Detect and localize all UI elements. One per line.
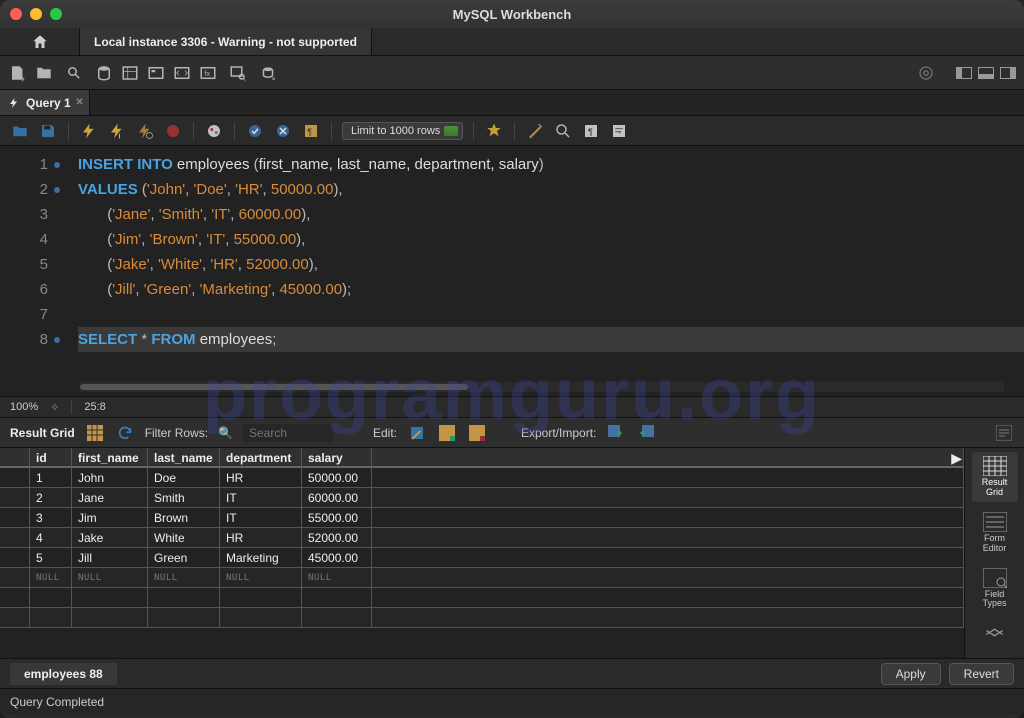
refresh-icon[interactable] bbox=[115, 423, 135, 443]
result-grid[interactable]: idfirst_namelast_namedepartmentsalary 1J… bbox=[0, 448, 964, 658]
editor-toolbar: I ¶ Limit to 1000 rows ¶ bbox=[0, 116, 1024, 146]
home-tab[interactable] bbox=[0, 28, 80, 55]
open-sql-file-icon[interactable] bbox=[34, 63, 54, 83]
status-text: Query Completed bbox=[10, 695, 104, 709]
svg-text:I: I bbox=[119, 131, 121, 140]
apply-button[interactable]: Apply bbox=[881, 663, 941, 685]
execute-current-icon[interactable]: I bbox=[107, 121, 127, 141]
search-table-data-icon[interactable] bbox=[228, 63, 248, 83]
field-types-mode-button[interactable]: Field Types bbox=[972, 564, 1018, 614]
query-tab[interactable]: Query 1 ✕ bbox=[0, 90, 90, 115]
scroll-modes-icon[interactable]: ︿﹀ bbox=[986, 623, 1004, 645]
column-header[interactable]: id bbox=[30, 448, 72, 468]
window-title: MySQL Workbench bbox=[0, 7, 1024, 22]
create-table-icon[interactable] bbox=[120, 63, 140, 83]
column-header[interactable]: salary bbox=[302, 448, 372, 468]
grid-view-icon[interactable] bbox=[85, 423, 105, 443]
table-row[interactable]: 3JimBrownIT55000.00 bbox=[0, 508, 964, 528]
row-limit-select[interactable]: Limit to 1000 rows bbox=[342, 122, 463, 140]
table-row-null[interactable]: NULLNULLNULLNULLNULL bbox=[0, 568, 964, 588]
form-editor-mode-button[interactable]: Form Editor bbox=[972, 508, 1018, 558]
connection-tab-label: Local instance 3306 - Warning - not supp… bbox=[94, 35, 357, 49]
filter-rows-input[interactable] bbox=[243, 424, 333, 442]
create-schema-icon[interactable] bbox=[94, 63, 114, 83]
result-side-panel: Result Grid Form Editor Field Types ︿﹀ bbox=[964, 448, 1024, 658]
open-file-icon[interactable] bbox=[10, 121, 30, 141]
query-tabs: Query 1 ✕ bbox=[0, 90, 1024, 116]
close-tab-icon[interactable]: ✕ bbox=[75, 97, 83, 108]
gutter: 12345678 bbox=[0, 146, 56, 396]
table-row[interactable]: 1JohnDoeHR50000.00 bbox=[0, 468, 964, 488]
filter-rows-label: Filter Rows: bbox=[145, 426, 208, 440]
column-header[interactable]: department bbox=[220, 448, 302, 468]
create-view-icon[interactable] bbox=[146, 63, 166, 83]
create-procedure-icon[interactable] bbox=[172, 63, 192, 83]
toggle-right-panel-button[interactable] bbox=[1000, 67, 1016, 79]
svg-text:¶: ¶ bbox=[307, 126, 312, 136]
toggle-left-panel-button[interactable] bbox=[956, 67, 972, 79]
new-sql-tab-icon[interactable] bbox=[8, 63, 28, 83]
import-icon[interactable] bbox=[636, 423, 656, 443]
toggle-autocommit-icon[interactable] bbox=[204, 121, 224, 141]
column-header[interactable]: last_name bbox=[148, 448, 220, 468]
zoom-level[interactable]: 100% bbox=[10, 401, 38, 413]
row-limit-label: Limit to 1000 rows bbox=[351, 125, 440, 137]
editor-statusbar: 100% ✧ 25:8 bbox=[0, 396, 1024, 418]
create-function-icon[interactable]: fx bbox=[198, 63, 218, 83]
inspector-icon[interactable] bbox=[64, 63, 84, 83]
revert-button[interactable]: Revert bbox=[949, 663, 1014, 685]
toggle-invisible-icon[interactable]: ¶ bbox=[581, 121, 601, 141]
lightning-icon bbox=[8, 97, 20, 109]
column-header[interactable] bbox=[0, 448, 30, 468]
export-icon[interactable] bbox=[606, 423, 626, 443]
query-tab-label: Query 1 bbox=[26, 96, 71, 110]
stop-icon[interactable] bbox=[163, 121, 183, 141]
wrap-icon[interactable] bbox=[609, 121, 629, 141]
cursor-position: 25:8 bbox=[84, 401, 105, 413]
result-toolbar: Result Grid Filter Rows: 🔍 Edit: Export/… bbox=[0, 418, 1024, 448]
connection-tab[interactable]: Local instance 3306 - Warning - not supp… bbox=[80, 28, 372, 55]
result-bottom-bar: employees 88 Apply Revert bbox=[0, 658, 1024, 688]
column-header[interactable]: first_name bbox=[72, 448, 148, 468]
edit-row-icon[interactable] bbox=[407, 423, 427, 443]
result-tab[interactable]: employees 88 bbox=[10, 663, 117, 685]
connection-tabs: Local instance 3306 - Warning - not supp… bbox=[0, 28, 1024, 56]
beautify-icon[interactable] bbox=[525, 121, 545, 141]
expand-arrow-icon[interactable]: ▶ bbox=[951, 450, 962, 467]
svg-text:¶: ¶ bbox=[588, 126, 593, 136]
export-import-label: Export/Import: bbox=[521, 426, 596, 440]
settings-icon[interactable] bbox=[916, 63, 936, 83]
toggle-bottom-panel-button[interactable] bbox=[978, 67, 994, 79]
reconnect-icon[interactable] bbox=[258, 63, 278, 83]
execute-icon[interactable] bbox=[79, 121, 99, 141]
favorite-icon[interactable] bbox=[484, 121, 504, 141]
table-row[interactable]: 5JillGreenMarketing45000.00 bbox=[0, 548, 964, 568]
rollback-icon[interactable] bbox=[273, 121, 293, 141]
titlebar: MySQL Workbench bbox=[0, 0, 1024, 28]
home-icon bbox=[31, 33, 49, 51]
statusbar: Query Completed bbox=[0, 688, 1024, 714]
table-row[interactable]: 2JaneSmithIT60000.00 bbox=[0, 488, 964, 508]
save-file-icon[interactable] bbox=[38, 121, 58, 141]
edit-label: Edit: bbox=[373, 426, 397, 440]
result-grid-mode-button[interactable]: Result Grid bbox=[972, 452, 1018, 502]
delete-row-icon[interactable] bbox=[467, 423, 487, 443]
toggle-whitespace-icon[interactable]: ¶ bbox=[301, 121, 321, 141]
find-icon[interactable] bbox=[553, 121, 573, 141]
code-area[interactable]: INSERT INTO employees (first_name, last_… bbox=[56, 146, 1024, 396]
main-toolbar: fx bbox=[0, 56, 1024, 90]
svg-text:fx: fx bbox=[204, 69, 210, 78]
add-row-icon[interactable] bbox=[437, 423, 457, 443]
wrap-cell-icon[interactable] bbox=[994, 423, 1014, 443]
table-row[interactable]: 4JakeWhiteHR52000.00 bbox=[0, 528, 964, 548]
result-grid-title: Result Grid bbox=[10, 426, 75, 440]
editor-hscrollbar[interactable] bbox=[80, 382, 1004, 392]
sql-editor[interactable]: 12345678 INSERT INTO employees (first_na… bbox=[0, 146, 1024, 396]
commit-icon[interactable] bbox=[245, 121, 265, 141]
explain-icon[interactable] bbox=[135, 121, 155, 141]
